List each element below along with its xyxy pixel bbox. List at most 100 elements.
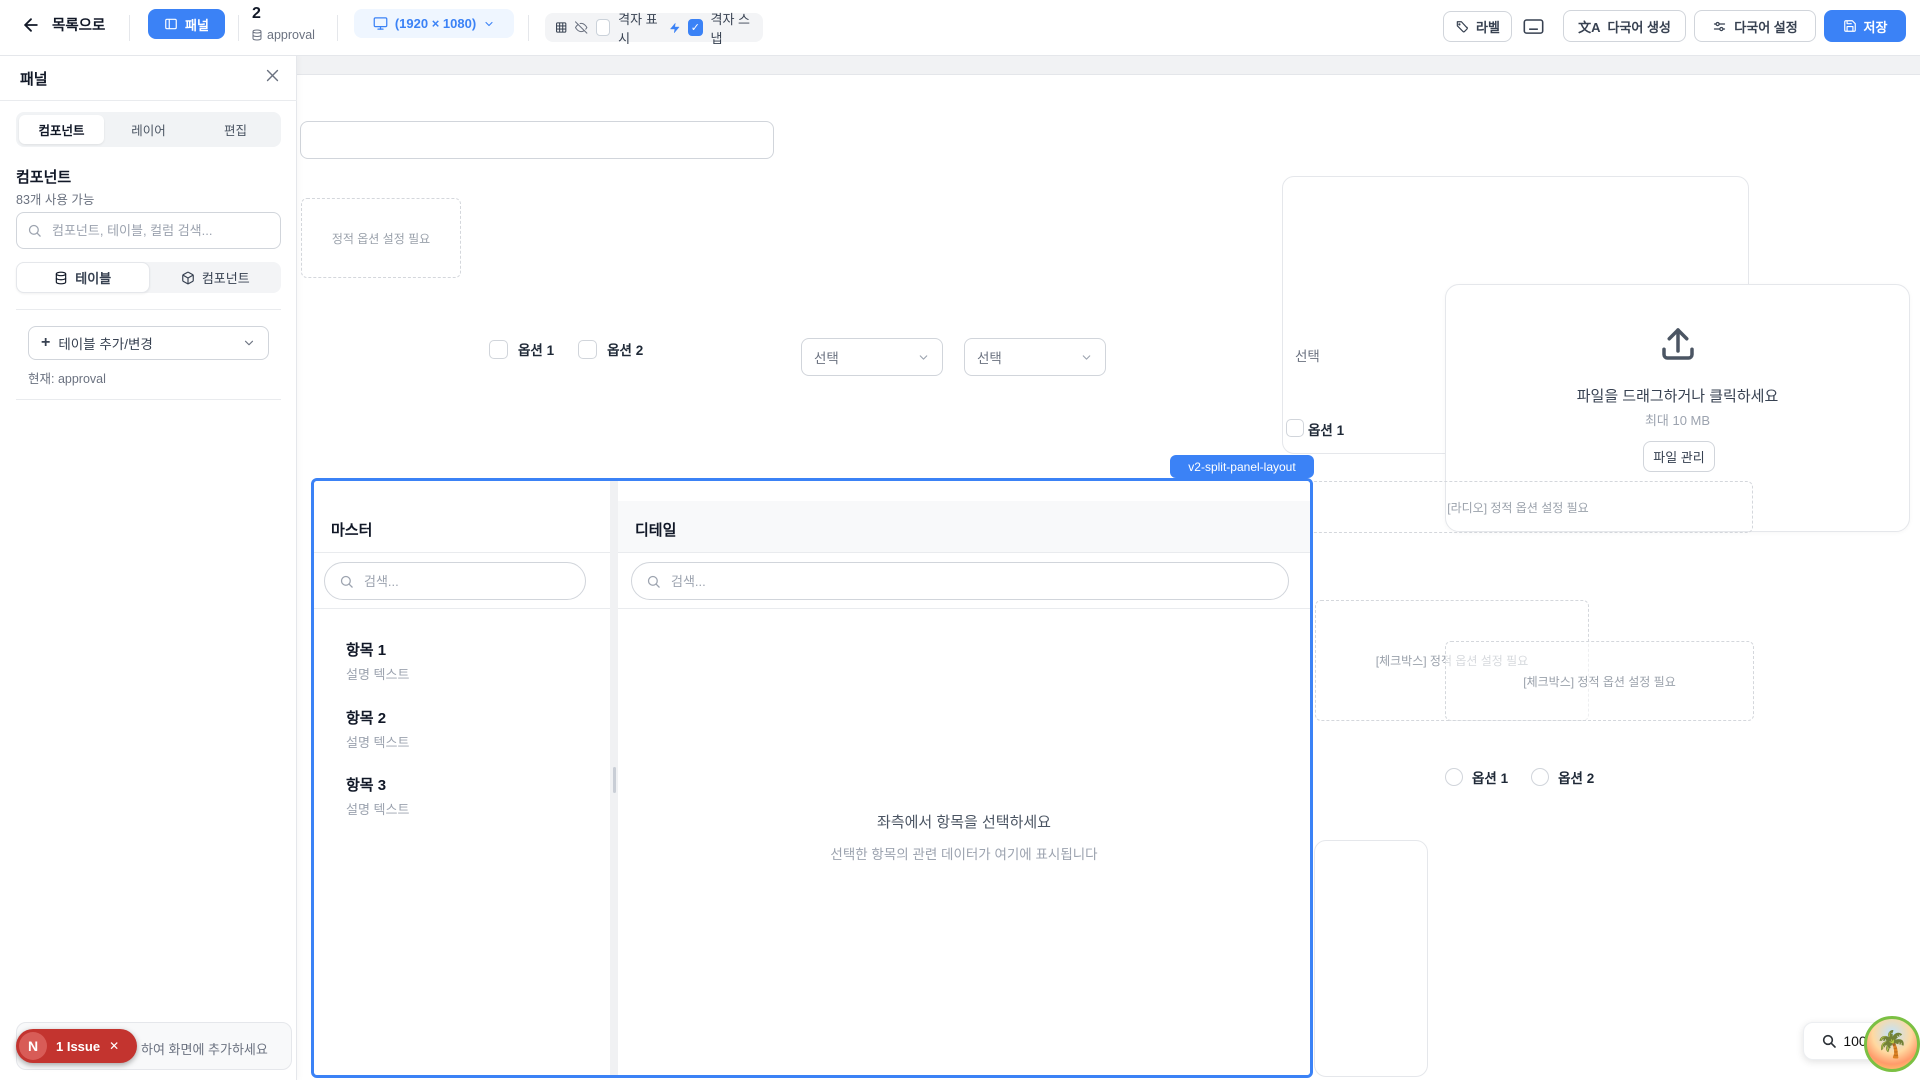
i18n-settings-button[interactable]: 다국어 설정 <box>1694 10 1816 42</box>
grid-controls: 격자 표시 ✓ 격자 스냅 <box>545 13 763 42</box>
current-table: approval <box>251 28 315 42</box>
radio-option1[interactable] <box>1445 768 1463 786</box>
magnifier-icon <box>1821 1033 1837 1049</box>
screen-size-dropdown[interactable]: (1920 × 1080) <box>354 9 514 38</box>
checkbox-group-1: 옵션 1 옵션 2 <box>489 339 643 359</box>
screen-size-value: (1920 × 1080) <box>395 16 476 31</box>
tab-layers[interactable]: 레이어 <box>106 115 191 144</box>
component-search[interactable] <box>16 212 281 249</box>
checkbox-option1-label: 옵션 1 <box>518 339 554 359</box>
detail-search-input[interactable] <box>669 573 1274 590</box>
sliders-icon <box>1712 19 1727 34</box>
divider <box>16 399 281 400</box>
empty-bottom-card[interactable] <box>1314 840 1428 1077</box>
component-search-input[interactable] <box>50 222 270 239</box>
grid-show-label: 격자 표시 <box>618 9 660 47</box>
list-item-desc: 설명 텍스트 <box>346 732 409 751</box>
chevron-down-icon <box>1080 351 1093 364</box>
divider <box>314 608 610 609</box>
close-icon[interactable] <box>264 67 281 84</box>
tag-icon <box>1455 20 1469 34</box>
eye-off-icon[interactable] <box>575 20 587 35</box>
back-icon[interactable] <box>21 15 41 35</box>
chevron-down-icon <box>483 18 495 30</box>
snap-zap-icon <box>669 21 681 35</box>
dashed-checkbox-placeholder-2[interactable]: [체크박스] 정적 옵션 설정 필요 <box>1445 641 1754 721</box>
add-table-button[interactable]: + 테이블 추가/변경 <box>28 326 269 360</box>
search-icon <box>646 574 661 589</box>
component-tag-label: v2-split-panel-layout <box>1188 460 1295 474</box>
save-button[interactable]: 저장 <box>1824 10 1906 42</box>
detail-empty-desc: 선택한 항목의 관련 데이터가 여기에 표시됩니다 <box>618 843 1310 863</box>
master-search-input[interactable] <box>362 573 571 590</box>
resizer-handle[interactable] <box>613 767 616 793</box>
back-to-list-button[interactable]: 목록으로 <box>52 14 105 35</box>
radio-option2[interactable] <box>1531 768 1549 786</box>
toggle-tables[interactable]: 테이블 <box>16 262 150 293</box>
list-item-title: 항목 1 <box>346 639 409 660</box>
dashed-radio-placeholder[interactable]: [라디오] 정적 옵션 설정 필요 <box>1283 481 1753 533</box>
container-checkbox[interactable] <box>1286 419 1304 437</box>
list-item[interactable]: 항목 1 설명 텍스트 <box>346 639 409 683</box>
grid-snap-checkbox[interactable]: ✓ <box>688 19 702 36</box>
i18n-generate-button[interactable]: 文A 다국어 생성 <box>1563 10 1686 42</box>
i18n-generate-label: 다국어 생성 <box>1607 17 1670 36</box>
container-select-label: 선택 <box>1295 345 1320 365</box>
canvas-text-input[interactable] <box>300 121 774 159</box>
search-icon <box>339 574 354 589</box>
file-manage-button[interactable]: 파일 관리 <box>1643 441 1715 472</box>
nextjs-logo: N <box>19 1032 47 1060</box>
split-panel-component[interactable]: 마스터 항목 1 설명 텍스트 항목 2 설명 텍스트 항목 3 설명 텍스트 <box>311 478 1313 1078</box>
detail-title: 디테일 <box>635 519 676 540</box>
checkbox-option1[interactable] <box>489 340 508 359</box>
toolbar-separator <box>238 15 239 41</box>
drag-hint-text: 하여 화면에 추가하세요 <box>141 1039 268 1058</box>
radio-option2-label: 옵션 2 <box>1558 767 1594 787</box>
dashed-select-placeholder[interactable]: 정적 옵션 설정 필요 <box>301 198 461 278</box>
grid-show-checkbox[interactable] <box>596 19 610 36</box>
detail-empty-state: 좌측에서 항목을 선택하세요 선택한 항목의 관련 데이터가 여기에 표시됩니다 <box>618 811 1310 863</box>
list-item-title: 항목 3 <box>346 774 409 795</box>
app-root: 정적 옵션 설정 필요 옵션 1 옵션 2 선택 선택 선택 옵션 1 파일을 … <box>0 0 1920 1080</box>
tropical-sticker-icon[interactable]: 🌴 <box>1864 1016 1920 1072</box>
divider <box>618 552 1310 553</box>
panel-toggle-button[interactable]: 패널 <box>148 9 225 39</box>
checkbox-option2[interactable] <box>578 340 597 359</box>
list-item-title: 항목 2 <box>346 707 409 728</box>
toolbar-separator <box>337 15 338 41</box>
master-search[interactable] <box>324 562 586 600</box>
keyboard-icon[interactable] <box>1523 18 1544 36</box>
tab-components[interactable]: 컴포넌트 <box>19 115 104 144</box>
list-item-desc: 설명 텍스트 <box>346 664 409 683</box>
divider <box>314 552 610 553</box>
list-item[interactable]: 항목 3 설명 텍스트 <box>346 774 409 818</box>
split-resizer[interactable] <box>610 481 618 1075</box>
list-item[interactable]: 항목 2 설명 텍스트 <box>346 707 409 751</box>
toolbar: 목록으로 패널 2 approval (1920 × 1080) 격자 표시 ✓… <box>0 0 1920 56</box>
toggle-components[interactable]: 컴포넌트 <box>150 262 282 293</box>
page-number: 2 <box>252 5 261 23</box>
i18n-settings-label: 다국어 설정 <box>1734 17 1797 36</box>
monitor-icon <box>373 16 388 31</box>
plus-icon: + <box>41 334 50 352</box>
list-item-desc: 설명 텍스트 <box>346 799 409 818</box>
upload-subtitle: 최대 10 MB <box>1446 410 1909 429</box>
detail-search[interactable] <box>631 562 1289 600</box>
detail-header: 디테일 <box>618 501 1310 552</box>
grid-icon[interactable] <box>555 20 567 35</box>
tab-edit[interactable]: 편집 <box>193 115 278 144</box>
left-panel: 패널 컴포넌트 레이어 편집 컴포넌트 83개 사용 가능 테이블 컴포넌트 <box>0 56 297 1080</box>
source-toggle: 테이블 컴포넌트 <box>16 262 281 293</box>
dashed-select-text: 정적 옵션 설정 필요 <box>332 230 430 247</box>
issue-close-icon[interactable]: ✕ <box>109 1039 119 1053</box>
select-1[interactable]: 선택 <box>801 338 943 376</box>
panel-title: 패널 <box>20 68 48 89</box>
component-tag[interactable]: v2-split-panel-layout <box>1170 455 1314 478</box>
save-button-label: 저장 <box>1864 17 1888 36</box>
select-2[interactable]: 선택 <box>964 338 1106 376</box>
chevron-down-icon <box>242 336 256 350</box>
label-button[interactable]: 라벨 <box>1443 11 1512 42</box>
issue-badge[interactable]: N 1 Issue ✕ <box>16 1029 137 1063</box>
checkbox-option2-label: 옵션 2 <box>607 339 643 359</box>
chevron-down-icon <box>917 351 930 364</box>
